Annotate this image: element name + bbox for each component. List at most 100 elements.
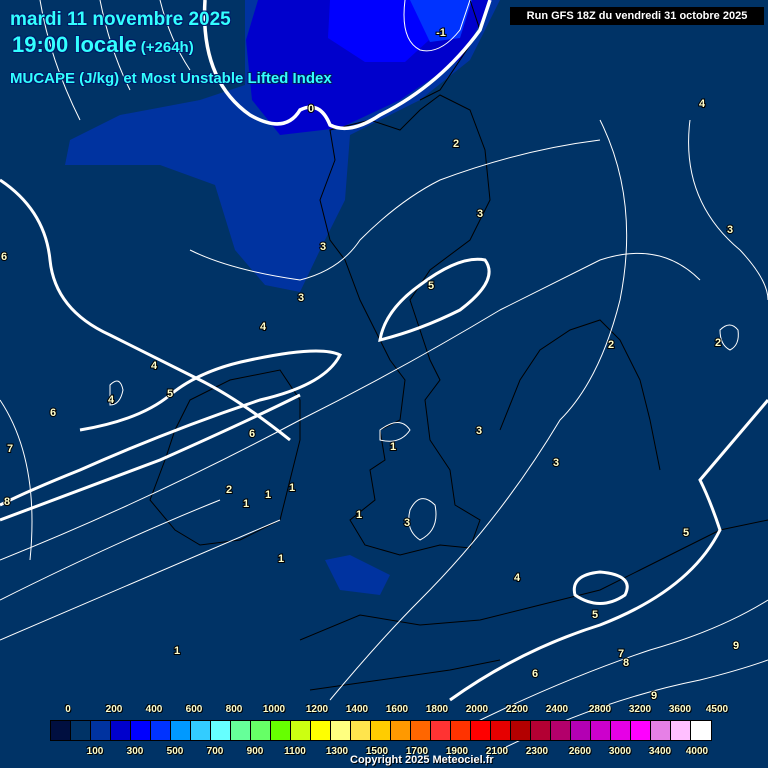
- legend-swatch: [691, 721, 711, 740]
- contour-label: 4: [699, 98, 706, 110]
- color-scale-legend: [50, 720, 712, 741]
- legend-swatch: [71, 721, 91, 740]
- contour-label: 3: [298, 292, 304, 304]
- legend-swatch: [111, 721, 131, 740]
- legend-label-top: 3200: [628, 704, 652, 715]
- contour-label: 3: [477, 208, 483, 220]
- contour-label: 6: [1, 251, 7, 263]
- legend-swatch: [371, 721, 391, 740]
- contour-label: 1: [278, 553, 284, 565]
- legend-swatch: [251, 721, 271, 740]
- legend-swatch: [231, 721, 251, 740]
- legend-swatch: [391, 721, 411, 740]
- contour-label: 8: [4, 496, 10, 508]
- legend-label-top: 400: [145, 704, 163, 715]
- legend-swatch: [591, 721, 611, 740]
- copyright: Copyright 2025 Meteociel.fr: [350, 754, 494, 766]
- legend-swatch: [91, 721, 111, 740]
- contour-label: 5: [683, 527, 689, 539]
- legend-swatch: [491, 721, 511, 740]
- contour-label: 7: [7, 443, 13, 455]
- legend-label-top: 3600: [668, 704, 692, 715]
- legend-swatch: [431, 721, 451, 740]
- contour-label: 1: [356, 509, 362, 521]
- weather-map: -1024333365442 25466 3173211181351451 78969: [0, 0, 768, 751]
- legend-swatch: [511, 721, 531, 740]
- legend-label-bottom: 3000: [608, 746, 632, 757]
- contour-label: 6: [249, 428, 255, 440]
- legend-swatch: [611, 721, 631, 740]
- legend-swatch: [151, 721, 171, 740]
- legend-label-bottom: 2600: [568, 746, 592, 757]
- contour-label: 5: [592, 609, 598, 621]
- legend-swatch: [191, 721, 211, 740]
- contour-label: 4: [260, 321, 267, 333]
- legend-swatch: [311, 721, 331, 740]
- legend-swatch: [411, 721, 431, 740]
- legend-label-top: 1800: [425, 704, 449, 715]
- legend-swatch: [171, 721, 191, 740]
- legend-label-top: 0: [65, 704, 71, 715]
- contour-label: 4: [514, 572, 521, 584]
- contour-label: 5: [167, 388, 173, 400]
- local-time: 19:00 locale: [12, 32, 137, 57]
- contour-label: 1: [243, 498, 249, 510]
- legend-label-top: 2000: [465, 704, 489, 715]
- contour-label: 6: [50, 407, 56, 419]
- contour-label: 8: [623, 657, 629, 669]
- parameter-title: MUCAPE (J/kg) et Most Unstable Lifted In…: [10, 70, 332, 87]
- contour-label: 6: [532, 668, 538, 680]
- legend-label-top: 200: [105, 704, 123, 715]
- legend-label-bottom: 3400: [648, 746, 672, 757]
- legend-label-bottom: 1300: [325, 746, 349, 757]
- contour-label: 4: [151, 360, 158, 372]
- legend-swatch: [551, 721, 571, 740]
- legend-swatch: [131, 721, 151, 740]
- legend-label-bottom: 500: [166, 746, 184, 757]
- legend-swatch: [51, 721, 71, 740]
- legend-label-top: 600: [185, 704, 203, 715]
- shade-region-5: [325, 555, 390, 595]
- legend-swatch: [671, 721, 691, 740]
- contour-label: 0: [308, 103, 314, 115]
- legend-label-top: 2200: [505, 704, 529, 715]
- legend-label-top: 1200: [305, 704, 329, 715]
- legend-label-bottom: 4000: [685, 746, 709, 757]
- legend-label-top: 800: [225, 704, 243, 715]
- legend-label-top: 4500: [705, 704, 729, 715]
- legend-label-bottom: 300: [126, 746, 144, 757]
- legend-swatch: [571, 721, 591, 740]
- legend-label-top: 1000: [262, 704, 286, 715]
- legend-swatch: [351, 721, 371, 740]
- legend-label-bottom: 900: [246, 746, 264, 757]
- legend-label-bottom: 1100: [284, 746, 306, 757]
- legend-label-top: 1400: [345, 704, 369, 715]
- legend-swatch: [291, 721, 311, 740]
- legend-label-top: 1600: [385, 704, 409, 715]
- legend-label-bottom: 100: [86, 746, 104, 757]
- legend-swatch: [531, 721, 551, 740]
- model-run-label: Run GFS 18Z du vendredi 31 octobre 2025: [510, 7, 764, 25]
- contour-label: 9: [651, 690, 657, 702]
- contour-label: 2: [226, 484, 232, 496]
- contour-label: 2: [715, 337, 721, 349]
- lifted-index-contours: [0, 0, 768, 751]
- legend-swatch: [631, 721, 651, 740]
- contour-label: 2: [608, 339, 614, 351]
- legend-swatch: [651, 721, 671, 740]
- contour-label: 3: [320, 241, 326, 253]
- forecast-time: 19:00 locale (+264h): [12, 32, 194, 58]
- contour-label: 1: [174, 645, 180, 657]
- legend-label-bottom: 700: [206, 746, 224, 757]
- contour-label: 5: [428, 280, 434, 292]
- contour-label: 3: [404, 517, 410, 529]
- legend-label-top: 2800: [588, 704, 612, 715]
- contour-label: -1: [436, 27, 446, 39]
- contour-label: 9: [733, 640, 739, 652]
- legend-label-top: 2400: [545, 704, 569, 715]
- legend-swatch: [331, 721, 351, 740]
- contour-label: 3: [727, 224, 733, 236]
- contour-label: 2: [453, 138, 459, 150]
- contour-label: 3: [476, 425, 482, 437]
- legend-swatch: [271, 721, 291, 740]
